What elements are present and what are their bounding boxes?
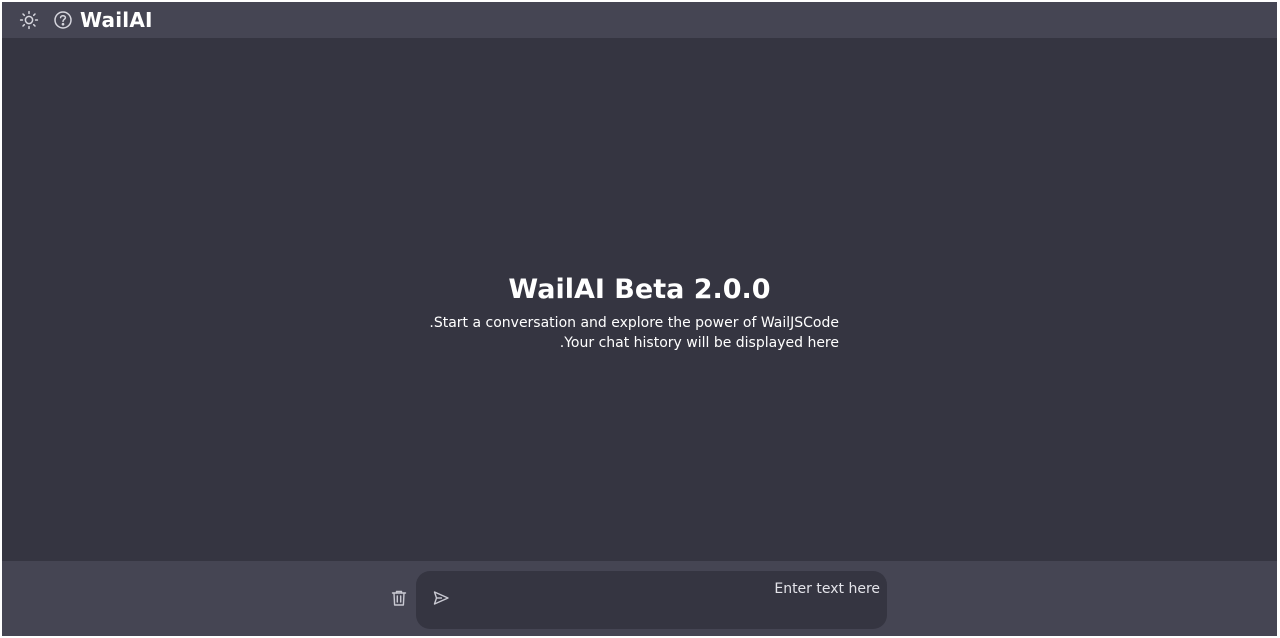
clear-chat-button[interactable] bbox=[388, 589, 410, 611]
chat-area: WailAI Beta 2.0.0 .Start a conversation … bbox=[2, 38, 1277, 561]
message-input-box bbox=[416, 571, 887, 629]
app-window: WailAI WailAI Beta 2.0.0 .Start a conver… bbox=[2, 2, 1277, 636]
help-button[interactable] bbox=[52, 9, 74, 31]
app-brand: WailAI bbox=[80, 8, 153, 32]
composer-bar bbox=[2, 561, 1277, 636]
theme-toggle-button[interactable] bbox=[18, 9, 40, 31]
welcome-line-2: .Your chat history will be displayed her… bbox=[559, 335, 839, 351]
welcome-line-1: .Start a conversation and explore the po… bbox=[429, 315, 839, 331]
send-button[interactable] bbox=[430, 589, 452, 611]
message-input[interactable] bbox=[462, 577, 880, 601]
top-bar: WailAI bbox=[2, 2, 1277, 38]
send-icon bbox=[432, 589, 450, 611]
help-circle-icon bbox=[53, 10, 73, 30]
sun-icon bbox=[19, 10, 39, 30]
welcome-title: WailAI Beta 2.0.0 bbox=[508, 274, 771, 305]
trash-icon bbox=[390, 589, 408, 611]
